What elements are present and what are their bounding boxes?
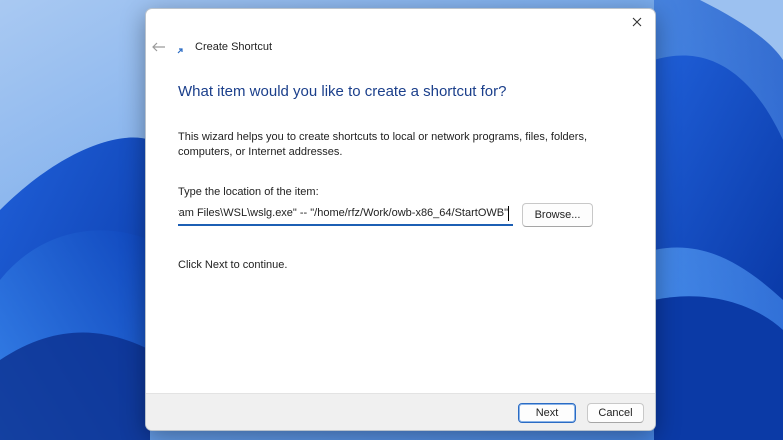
text-caret [508, 206, 509, 221]
close-icon [632, 17, 642, 27]
arrow-left-icon [152, 42, 165, 52]
cancel-button[interactable]: Cancel [587, 403, 644, 423]
back-button[interactable] [150, 39, 168, 55]
shortcut-icon [176, 47, 184, 55]
close-button[interactable] [625, 11, 649, 33]
window-title: Create Shortcut [195, 41, 273, 53]
dialog-footer: Next Cancel [146, 393, 655, 430]
wizard-description: This wizard helps you to create shortcut… [178, 131, 588, 158]
browse-button[interactable]: Browse... [522, 203, 593, 227]
location-label: Type the location of the item: [178, 186, 319, 198]
continue-hint: Click Next to continue. [178, 259, 288, 271]
create-shortcut-dialog: Create Shortcut What item would you like… [145, 8, 656, 431]
location-input[interactable]: ogram Files\WSL\wslg.exe" -- "/home/rfz/… [178, 204, 513, 226]
wizard-heading: What item would you like to create a sho… [178, 83, 507, 100]
location-input-value: ogram Files\WSL\wslg.exe" -- "/home/rfz/… [178, 207, 508, 219]
next-button[interactable]: Next [518, 403, 576, 423]
